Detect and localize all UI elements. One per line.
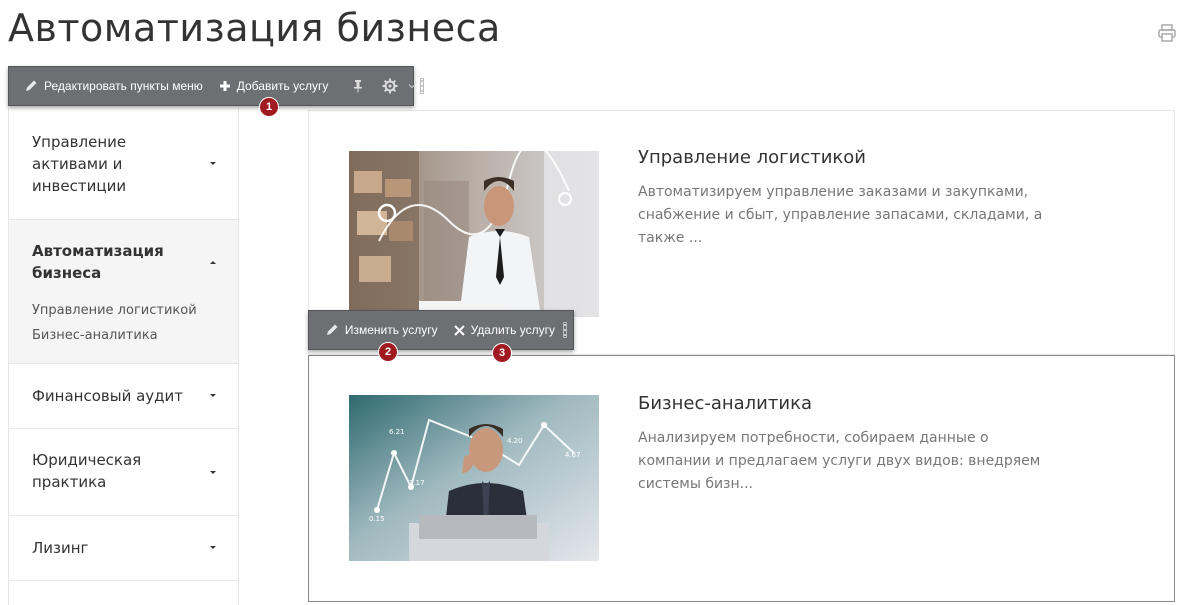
chart-label: 6.21	[389, 428, 405, 436]
section-admin-toolbar: Редактировать пункты меню Добавить услуг…	[8, 66, 425, 106]
page-title: Автоматизация бизнеса	[8, 6, 501, 50]
sidebar-item-audit[interactable]: Финансовый аудит	[9, 364, 238, 429]
pin-icon	[354, 80, 363, 93]
edit-service-label: Изменить услугу	[344, 323, 438, 337]
pencil-icon	[26, 80, 37, 91]
logistics-image[interactable]	[349, 151, 599, 317]
service-description: Анализируем потребности, собираем данные…	[638, 430, 1041, 492]
edit-menu-button[interactable]: Редактировать пункты меню	[16, 67, 211, 105]
hint-badge: 3	[492, 343, 512, 363]
pencil-icon	[326, 324, 338, 335]
chevron-down-icon[interactable]	[210, 471, 216, 474]
chart-label: 4.67	[565, 451, 581, 459]
service-title[interactable]: Управление логистикой	[638, 147, 866, 168]
sidebar-subitem-logistics[interactable]: Управление логистикой	[32, 303, 197, 318]
hint-badge: 1	[259, 97, 279, 117]
chevron-down-icon	[409, 84, 416, 89]
delete-service-label: Удалить услугу	[470, 323, 555, 337]
plus-icon	[219, 81, 230, 91]
sidebar-item-label: Юридическая практика	[32, 451, 142, 491]
service-description: Автоматизируем управление заказами и зак…	[638, 184, 1043, 246]
sidebar-item-label: Управление активами и инвестиции	[32, 133, 127, 195]
sidebar-item-leasing[interactable]: Лизинг	[9, 516, 238, 581]
sidebar-item-label: Автоматизация бизнеса	[32, 242, 164, 282]
analytics-image[interactable]: 6.21 3.17 0.15 4.67 4.20	[349, 395, 599, 561]
chevron-down-icon[interactable]	[210, 546, 216, 549]
sidebar-item-legal[interactable]: Юридическая практика	[9, 429, 238, 516]
sidebar-subitem-analytics[interactable]: Бизнес-аналитика	[32, 328, 158, 343]
chart-label: 4.20	[507, 437, 523, 445]
drag-handle[interactable]	[312, 315, 313, 345]
sidebar-item-label: Финансовый аудит	[32, 387, 184, 405]
chevron-down-icon[interactable]	[210, 162, 216, 165]
close-icon	[453, 324, 465, 336]
service-title[interactable]: Бизнес-аналитика	[638, 393, 812, 414]
pin-button[interactable]	[344, 67, 378, 105]
toolbar-end-handle[interactable]	[420, 78, 425, 94]
print-icon[interactable]	[1157, 23, 1177, 43]
chevron-down-icon[interactable]	[210, 394, 216, 397]
item-admin-toolbar: Изменить услугу Удалить услугу	[308, 310, 574, 350]
edit-menu-label: Редактировать пункты меню	[44, 79, 203, 93]
sidebar-menu: Управление активами и инвестиции Автомат…	[8, 108, 239, 605]
toolbar-end-handle[interactable]	[563, 322, 567, 338]
add-service-label: Добавить услугу	[236, 79, 329, 93]
sidebar-item-automation[interactable]: Автоматизация бизнеса Управление логисти…	[9, 220, 238, 364]
gear-icon	[382, 78, 398, 94]
chevron-up-icon[interactable]	[210, 261, 216, 264]
service-card-analytics: 6.21 3.17 0.15 4.67 4.20 Бизнес-аналитик…	[308, 355, 1175, 602]
sidebar-item-label: Лизинг	[32, 539, 89, 557]
hint-badge: 2	[378, 342, 398, 362]
chart-label: 3.17	[409, 479, 425, 487]
settings-button[interactable]	[378, 67, 420, 105]
chart-label: 0.15	[369, 515, 385, 523]
sidebar-item-assets[interactable]: Управление активами и инвестиции	[9, 108, 238, 220]
